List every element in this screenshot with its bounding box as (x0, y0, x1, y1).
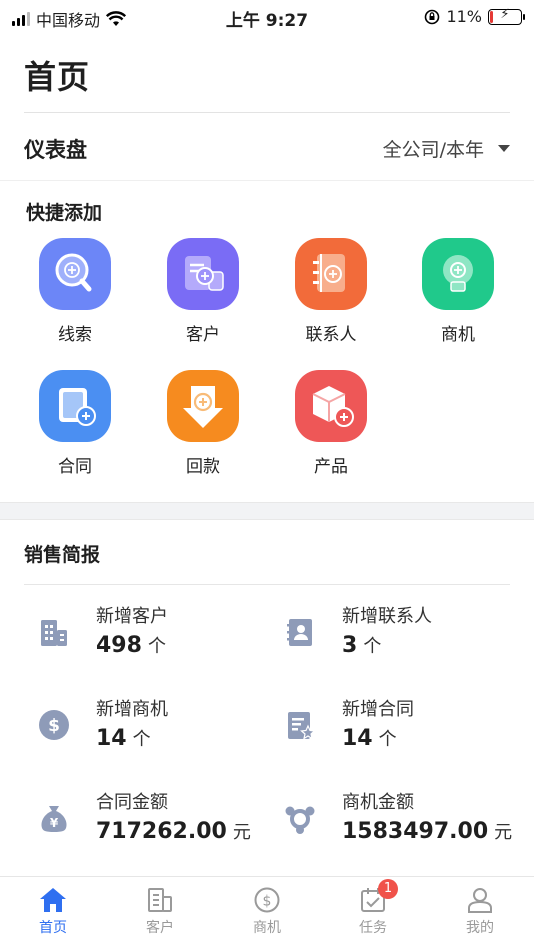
tab-label: 商机 (253, 920, 281, 936)
stat-label: 新增客户 (96, 606, 168, 627)
quick-add-label: 合同 (58, 457, 92, 477)
quick-add-contract[interactable]: 合同 (20, 370, 130, 477)
quick-add-label: 产品 (314, 457, 348, 477)
sales-report-title: 销售简报 (24, 544, 101, 566)
contract-icon (39, 370, 111, 442)
bottom-tab-bar: 首页 客户 $ 商机 任务 1 我的 (0, 876, 534, 950)
stat-new-contacts[interactable]: 新增联系人 3个 (284, 602, 514, 672)
tab-opportunities[interactable]: $ 商机 (227, 887, 307, 937)
tab-profile[interactable]: 我的 (440, 887, 520, 937)
svg-text:¥: ¥ (50, 816, 59, 830)
product-box-icon (295, 370, 367, 442)
quick-add-contact[interactable]: 联系人 (276, 238, 386, 345)
task-badge: 1 (378, 879, 398, 899)
stat-value: 1583497.00 元 (342, 819, 513, 844)
section-separator (0, 502, 534, 520)
stat-contract-amount[interactable]: ¥ 合同金额 717262.00 元 (38, 788, 268, 858)
money-bag-icon: ¥ (41, 806, 67, 832)
battery-percent: 11% (446, 7, 482, 26)
quick-add-payment[interactable]: 回款 (148, 370, 258, 477)
quick-add-opportunity[interactable]: 商机 (403, 238, 513, 345)
tab-label: 客户 (146, 920, 174, 936)
tab-label: 任务 (359, 920, 387, 936)
building-icon (41, 620, 67, 646)
battery-icon: ⚡ (488, 7, 525, 25)
stat-label: 合同金额 (96, 792, 168, 813)
orientation-lock-icon (425, 9, 440, 24)
network-icon (285, 806, 315, 834)
scope-dropdown[interactable]: 全公司/本年 (383, 135, 510, 162)
dashboard-label: 仪表盘 (24, 138, 87, 162)
quick-add-label: 回款 (186, 457, 220, 477)
contact-book-icon (295, 238, 367, 310)
scope-value: 全公司/本年 (382, 139, 484, 161)
quick-add-label: 线索 (58, 325, 92, 345)
stat-label: 新增联系人 (342, 606, 432, 627)
home-icon (40, 888, 66, 912)
quick-add-customer[interactable]: 客户 (148, 238, 258, 345)
lightbulb-icon (422, 238, 494, 310)
dashboard-row: 仪表盘 全公司/本年 (0, 116, 534, 180)
svg-text:$: $ (263, 894, 272, 910)
svg-text:$: $ (48, 716, 60, 736)
download-payment-icon (167, 370, 239, 442)
tab-home[interactable]: 首页 (13, 887, 93, 937)
stat-label: 商机金额 (342, 792, 414, 813)
stat-value: 14 个 (342, 726, 397, 751)
tab-customers[interactable]: 客户 (120, 887, 200, 937)
stat-opportunity-amount[interactable]: 商机金额 1583497.00 元 (284, 788, 514, 858)
tab-label: 我的 (466, 920, 494, 936)
customer-card-icon (167, 238, 239, 310)
search-plus-icon (39, 238, 111, 310)
stat-value: 3个 (342, 633, 382, 658)
quick-add-title: 快捷添加 (26, 202, 103, 224)
title-divider (24, 112, 510, 113)
stat-label: 新增合同 (342, 699, 414, 720)
quick-add-product[interactable]: 产品 (276, 370, 386, 477)
customer-icon (148, 888, 172, 912)
quick-add-lead[interactable]: 线索 (20, 238, 130, 345)
contact-card-icon (287, 619, 312, 646)
stat-value: 498 个 (96, 633, 166, 658)
quick-add-label: 商机 (441, 325, 475, 345)
stat-label: 新增商机 (96, 699, 168, 720)
stat-new-opportunities[interactable]: $ 新增商机 14 个 (38, 695, 268, 765)
quick-add-label: 联系人 (305, 325, 357, 345)
dollar-icon: $ (254, 887, 280, 913)
quick-add-label: 客户 (186, 325, 220, 345)
contract-star-icon (288, 712, 316, 740)
stat-new-contracts[interactable]: 新增合同 14 个 (284, 695, 514, 765)
caret-down-icon (498, 145, 510, 152)
user-icon (468, 888, 492, 913)
dollar-circle-icon: $ (39, 710, 69, 740)
stat-value: 717262.00 元 (96, 819, 251, 844)
status-bar: 中国移动 上午 9:27 11% ⚡ (0, 0, 534, 32)
dashboard-divider (0, 180, 534, 181)
tab-tasks[interactable]: 任务 1 (333, 879, 413, 937)
report-divider (24, 584, 510, 585)
stat-new-customers[interactable]: 新增客户 498 个 (38, 602, 268, 672)
status-right: 11% ⚡ (424, 7, 525, 26)
page-title: 首页 (24, 58, 91, 96)
tab-label: 首页 (39, 920, 67, 936)
stat-value: 14 个 (96, 726, 151, 751)
